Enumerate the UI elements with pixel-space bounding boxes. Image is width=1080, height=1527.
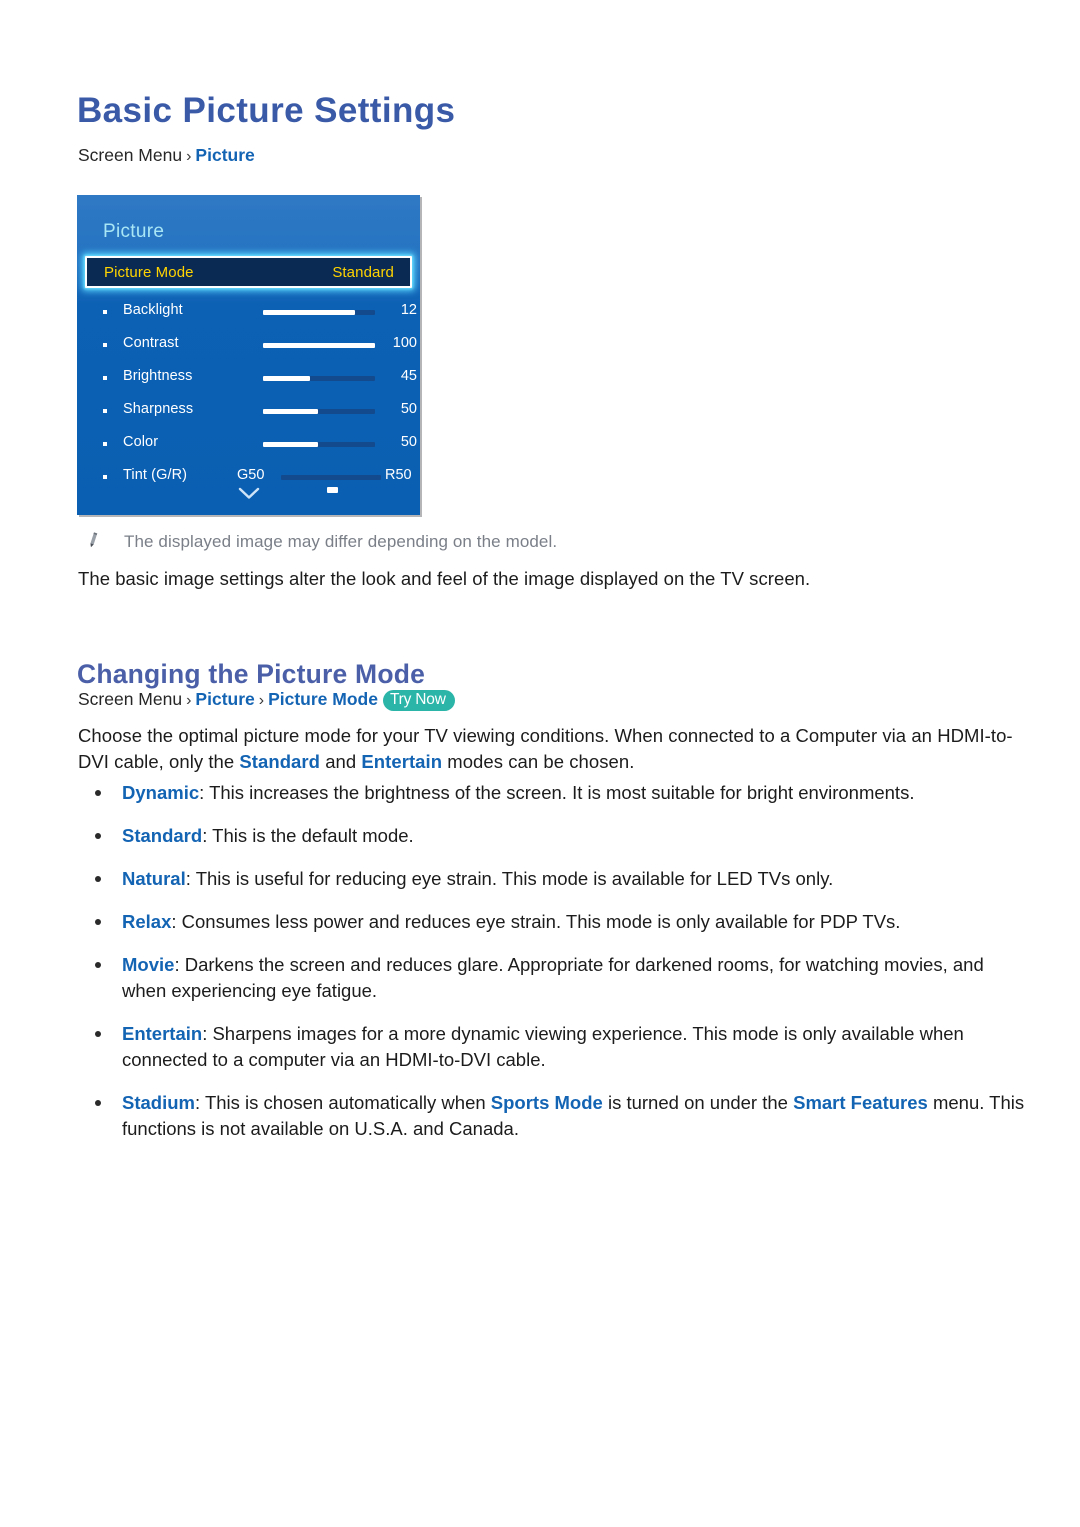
list-item-stadium: Stadium: This is chosen automatically wh… [78,1090,1028,1142]
note-line: The displayed image may differ depending… [80,530,980,556]
tv-slider-track[interactable] [281,475,381,493]
mode-colon: : [171,911,182,932]
tv-menu-row-label: Picture Mode [104,264,194,281]
mode-colon: : [199,782,210,803]
inline-link-sports-mode[interactable]: Sports Mode [491,1092,603,1113]
tv-slider-track[interactable] [263,343,375,348]
breadcrumb-root: Screen Menu [78,689,183,709]
mode-name: Movie [122,954,175,975]
mode-description: Sharpens images for a more dynamic viewi… [122,1023,964,1070]
try-now-badge[interactable]: Try Now [382,690,455,711]
choose-paragraph-part3: modes can be chosen. [442,751,635,772]
tv-menu-row-label: Color [123,434,159,450]
bullet-dot-icon [103,310,107,314]
inline-link-entertain[interactable]: Entertain [361,751,442,772]
tv-tint-left-value: G50 [237,467,265,483]
tv-slider-track[interactable] [263,409,375,414]
tv-menu-row-brightness[interactable]: Brightness 45 [77,363,420,396]
intro-paragraph: The basic image settings alter the look … [78,568,811,589]
tv-menu-row-label: Tint (G/R) [123,467,188,483]
mode-colon: : [194,1092,205,1113]
tv-tint-right-value: R50 [385,467,412,483]
list-item: Movie: Darkens the screen and reduces gl… [78,952,1028,1004]
breadcrumb-root: Screen Menu [78,145,183,165]
choose-paragraph-part2: and [320,751,362,772]
tv-menu-row-color[interactable]: Color 50 [77,429,420,462]
mode-name: Entertain [122,1023,203,1044]
tv-slider-fill [263,409,318,414]
tv-slider-fill [263,376,311,381]
breadcrumb-item-picture[interactable]: Picture [195,689,254,709]
mode-description: This increases the brightness of the scr… [209,782,915,803]
tv-menu-row-value: 50 [400,401,417,417]
tv-slider-fill [263,442,318,447]
tv-menu-row-sharpness[interactable]: Sharpness 50 [77,396,420,429]
bullet-dot-icon [103,475,107,479]
tv-menu-row-backlight[interactable]: Backlight 12 [77,297,420,330]
tv-menu-row-value: 12 [400,302,417,318]
choose-paragraph: Choose the optimal picture mode for your… [78,723,1018,775]
breadcrumb-top: Screen Menu › Picture [78,145,255,165]
mode-name: Relax [122,911,172,932]
tv-slider-track[interactable] [263,442,375,447]
mode-description: This is useful for reducing eye strain. … [195,868,834,889]
mode-colon: : [202,825,213,846]
tv-menu-row-contrast[interactable]: Contrast 100 [77,330,420,363]
section-heading-changing-picture-mode: Changing the Picture Mode [77,658,426,689]
mode-name: Natural [122,868,186,889]
list-item: Relax: Consumes less power and reduces e… [78,909,1028,935]
breadcrumb-separator-icon: › [186,692,192,709]
tv-menu-row-value: Standard [332,264,394,281]
picture-mode-list: Dynamic: This increases the brightness o… [78,780,1028,1159]
mode-colon: : [202,1023,213,1044]
breadcrumb-separator-icon-2: › [258,692,265,709]
page-title: Basic Picture Settings [77,91,456,131]
mode-description: Consumes less power and reduces eye stra… [181,911,901,932]
breadcrumb-item-picture-mode[interactable]: Picture Mode [268,689,378,709]
tv-picture-menu-panel: Picture Picture Mode Standard Backlight … [77,195,420,515]
list-item: Standard: This is the default mode. [78,823,1028,849]
tv-menu-row-label: Sharpness [123,401,194,417]
list-item: Dynamic: This increases the brightness o… [78,780,1028,806]
breadcrumb-section2: Screen Menu › Picture › Picture Mode Try Now [78,689,455,712]
mode-description: This is the default mode. [212,825,414,846]
pencil-icon [84,531,102,556]
stadium-part2: is turned on under the [602,1092,794,1113]
stadium-part1: This is chosen automatically when [204,1092,491,1113]
chevron-down-icon [238,487,259,499]
bullet-dot-icon [103,409,107,413]
tv-menu-row-label: Brightness [123,368,193,384]
breadcrumb-item-picture[interactable]: Picture [195,145,254,165]
tv-slider-track[interactable] [263,310,375,315]
inline-link-smart-features[interactable]: Smart Features [793,1092,928,1113]
mode-colon: : [185,868,196,889]
tv-menu-title: Picture [103,221,165,242]
note-text: The displayed image may differ depending… [124,532,558,551]
tv-menu-row-value: 100 [392,335,417,351]
tv-slider-track[interactable] [263,376,375,381]
tv-menu-row-picture-mode[interactable]: Picture Mode Standard [85,256,412,288]
breadcrumb-separator-icon: › [186,148,192,165]
mode-description: Darkens the screen and reduces glare. Ap… [122,954,984,1001]
tv-menu-row-value: 50 [400,434,417,450]
inline-link-standard[interactable]: Standard [239,751,320,772]
bullet-dot-icon [103,343,107,347]
list-item: Entertain: Sharpens images for a more dy… [78,1021,1028,1073]
bullet-dot-icon [103,376,107,380]
mode-name: Dynamic [122,782,200,803]
bullet-dot-icon [103,442,107,446]
list-item: Natural: This is useful for reducing eye… [78,866,1028,892]
tv-menu-row-value: 45 [400,368,417,384]
document-page: Basic Picture Settings Screen Menu › Pictu… [0,0,1080,1527]
tv-menu-scroll-down[interactable] [77,487,420,505]
tv-slider-fill [263,343,375,348]
tv-menu-row-label: Contrast [123,335,179,351]
mode-name: Standard [122,825,203,846]
mode-name: Stadium [122,1092,195,1113]
tv-menu-row-label: Backlight [123,302,183,318]
mode-colon: : [174,954,185,975]
tv-slider-fill [263,310,355,315]
